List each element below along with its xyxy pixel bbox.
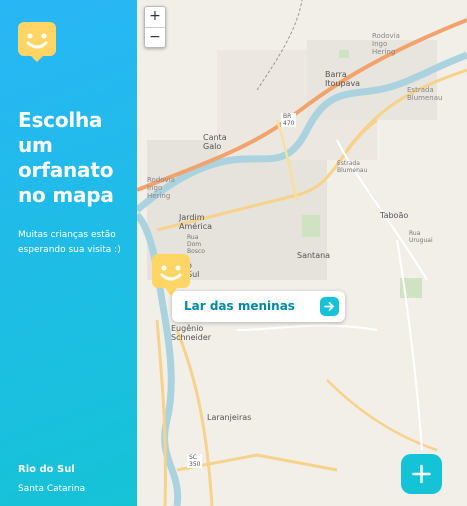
arrow-right-icon [324,302,334,311]
map-label-br470: BR 470 [281,113,297,127]
page-subtitle: Muitas crianças estão esperando sua visi… [18,230,121,255]
orphanage-popup[interactable]: Lar das meninas [172,291,345,322]
popup-open-button[interactable] [320,297,339,316]
location-state: Santa Catarina [18,484,86,494]
plus-icon [412,464,431,484]
page-title: Escolha um orfanato no mapa [18,108,114,207]
map-label-rodovia-2: Rodovia Ingo Hering [147,176,175,200]
smiley-logo-icon [18,22,56,62]
zoom-in-button[interactable]: + [145,7,165,28]
popup-title: Lar das meninas [184,299,295,313]
map-canvas[interactable]: Rodovia Ingo Hering Barra Itoupava BR 47… [137,0,467,506]
orphanage-pin-icon[interactable] [152,254,190,296]
map-label-rua-dom-bosco: Rua Dom Bosco [187,234,205,255]
location-city: Rio do Sul [18,464,75,475]
map-label-rua-uruguai: Rua Uruguai [409,230,433,244]
map-label-canta-galo: Canta Galo [203,133,227,151]
add-orphanage-button[interactable] [401,454,442,494]
map-label-santana: Santana [297,251,331,260]
map-label-estrada-blumenau-2: Estrada Blumenau [337,160,368,174]
map-label-eugenio-schneider: Eugênio Schneider [171,324,212,342]
map-label-jardim-america: Jardim América [179,213,212,231]
map-label-sc350: SC 350 [187,454,203,468]
map-label-taboao: Taboão [380,211,409,220]
zoom-control: + − [144,6,166,48]
map-label-barra-itoupava: Barra Itoupava [325,70,361,88]
zoom-out-button[interactable]: − [145,28,165,48]
map-label-estrada-blumenau: Estrada Blumenau [407,86,443,102]
map-label-laranjeiras: Laranjeiras [207,413,252,422]
sidebar: Escolha um orfanato no mapa Muitas crian… [0,0,137,506]
map-label-rodovia: Rodovia Ingo Hering [372,32,400,56]
